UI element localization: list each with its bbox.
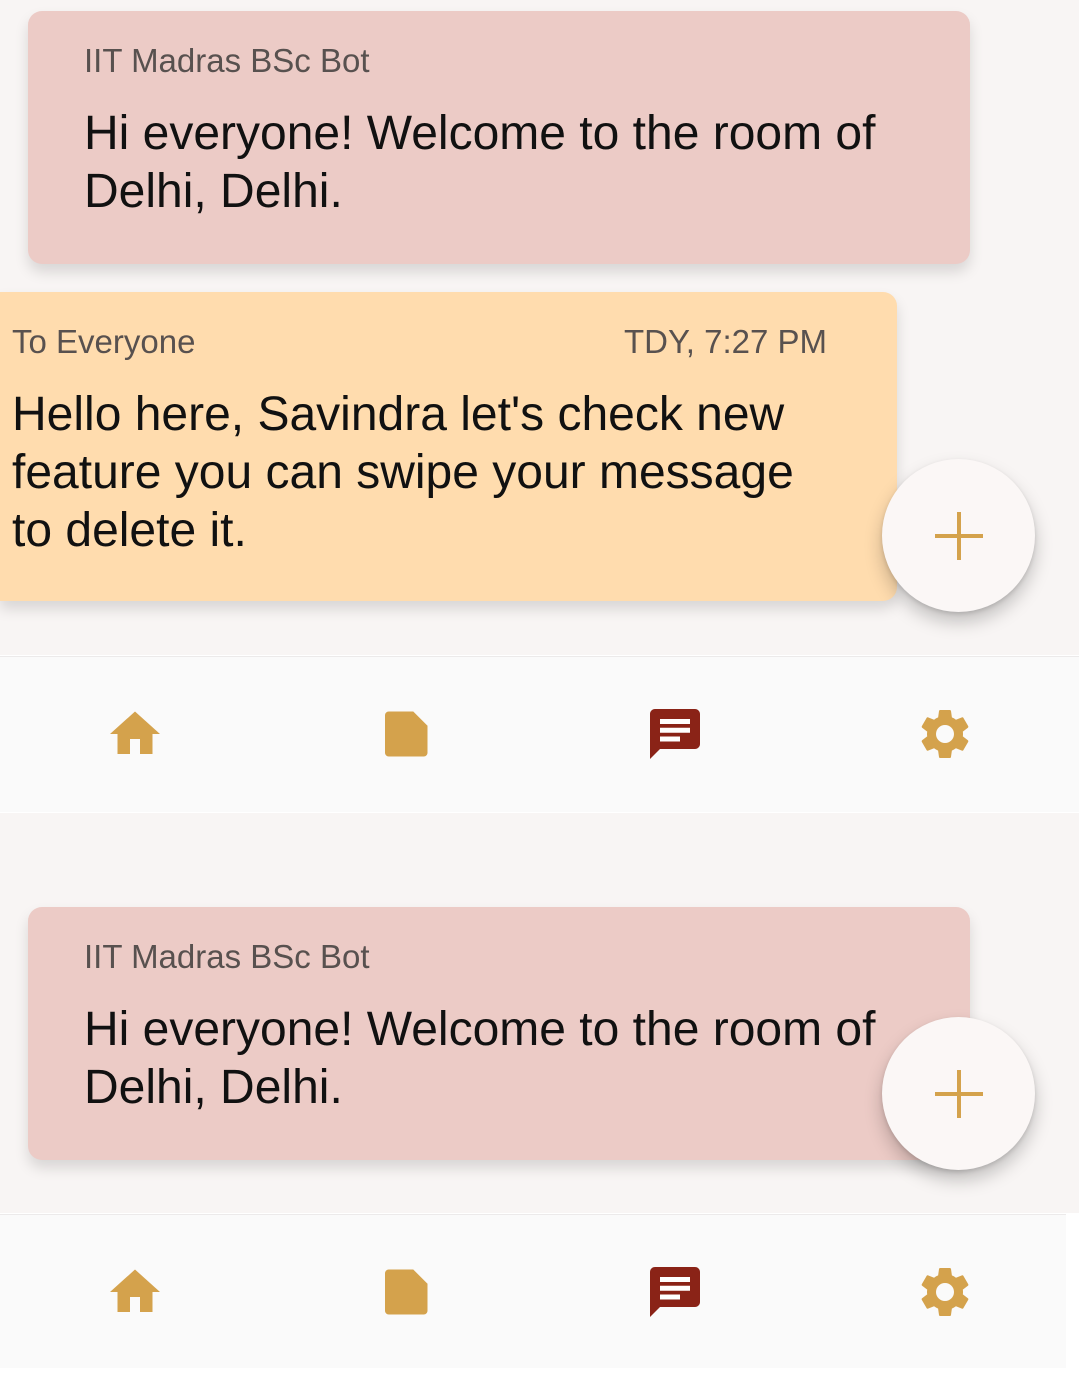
nav-settings-button[interactable] [910,699,980,769]
add-button[interactable] [882,1017,1035,1170]
nav-home-button[interactable] [100,1257,170,1327]
screen-before-swipe: IIT Madras BSc Bot Hi everyone! Welcome … [0,0,1079,813]
chat-icon [650,709,700,759]
message-sender: IIT Madras BSc Bot [84,938,370,975]
message-text: Hello here, Savindra let's check new fea… [12,388,794,557]
plus-icon [934,511,983,560]
chat-icon [650,1267,700,1317]
bottom-navigation [0,656,1079,812]
note-icon [385,1269,428,1315]
home-icon [110,1269,160,1312]
nav-notes-button[interactable] [370,1257,440,1327]
gear-icon [921,1267,969,1316]
nav-chat-button[interactable] [640,1257,710,1327]
bot-message-bubble[interactable]: IIT Madras BSc Bot Hi everyone! Welcome … [28,907,970,1160]
chat-message-list[interactable]: IIT Madras BSc Bot Hi everyone! Welcome … [0,813,1079,1213]
nav-settings-button[interactable] [910,1257,980,1327]
screen-after-swipe: IIT Madras BSc Bot Hi everyone! Welcome … [0,813,1079,1368]
message-text: Hi everyone! Welcome to the room of Delh… [84,107,876,218]
add-button[interactable] [882,459,1035,612]
bot-message-bubble[interactable]: IIT Madras BSc Bot Hi everyone! Welcome … [28,11,970,264]
plus-icon [934,1069,983,1118]
bottom-navigation [0,1214,1066,1368]
note-icon [385,711,428,757]
home-icon [110,711,160,754]
nav-home-button[interactable] [100,699,170,769]
message-sender: IIT Madras BSc Bot [84,42,370,79]
nav-chat-button[interactable] [640,699,710,769]
message-text: Hi everyone! Welcome to the room of Delh… [84,1003,876,1114]
gear-icon [921,709,969,758]
nav-notes-button[interactable] [370,699,440,769]
message-recipient: To Everyone [12,323,196,360]
user-message-bubble[interactable]: To Everyone TDY, 7:27 PM Hello here, Sav… [0,292,897,601]
message-timestamp: TDY, 7:27 PM [624,323,827,360]
chat-message-list[interactable]: IIT Madras BSc Bot Hi everyone! Welcome … [0,0,1079,655]
